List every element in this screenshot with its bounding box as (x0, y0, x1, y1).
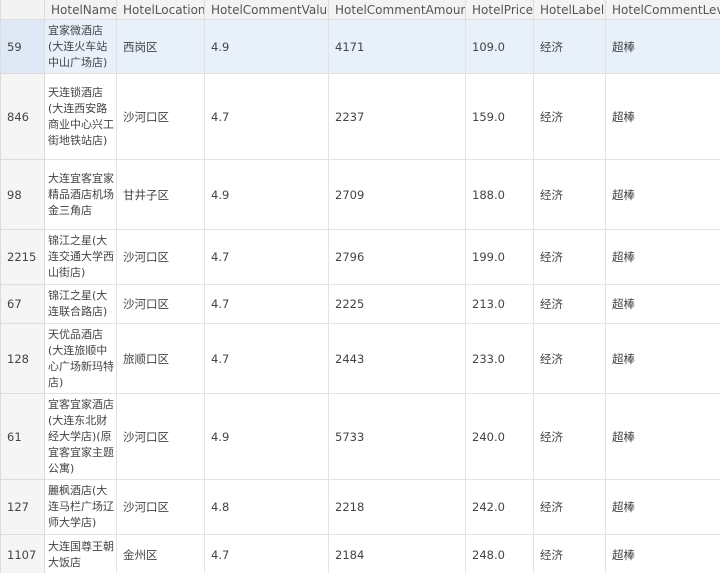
cell-hotel-name: 宜家微酒店(大连火车站中山广场店) (44, 19, 117, 74)
header-hotel-name[interactable]: HotelName (44, 0, 117, 20)
cell-price: 199.0 (465, 229, 534, 285)
row-index: 846 (0, 73, 45, 160)
cell-label: 经济 (533, 19, 606, 74)
header-index[interactable] (0, 0, 45, 20)
cell-comment-level: 超棒 (605, 159, 720, 230)
cell-label: 经济 (533, 393, 606, 480)
cell-comment-level: 超棒 (605, 393, 720, 480)
cell-price: 213.0 (465, 284, 534, 324)
row-index: 67 (0, 284, 45, 324)
cell-comment-amount: 4171 (328, 19, 466, 74)
cell-comment-level: 超棒 (605, 479, 720, 535)
cell-hotel-name: 天优品酒店(大连旅顺中心广场新玛特店) (44, 323, 117, 394)
cell-price: 240.0 (465, 393, 534, 480)
cell-location: 沙河口区 (116, 393, 205, 480)
header-comment-amount[interactable]: HotelCommentAmount (328, 0, 466, 20)
header-comment-value[interactable]: HotelCommentValue (204, 0, 329, 20)
cell-label: 经济 (533, 73, 606, 160)
cell-comment-value: 4.9 (204, 159, 329, 230)
cell-comment-level: 超棒 (605, 73, 720, 160)
cell-comment-value: 4.7 (204, 73, 329, 160)
row-index: 128 (0, 323, 45, 394)
cell-comment-amount: 2796 (328, 229, 466, 285)
cell-comment-value: 4.7 (204, 229, 329, 285)
cell-label: 经济 (533, 323, 606, 394)
cell-comment-level: 超棒 (605, 19, 720, 74)
cell-label: 经济 (533, 159, 606, 230)
row-index: 59 (0, 19, 45, 74)
row-index: 61 (0, 393, 45, 480)
cell-location: 沙河口区 (116, 284, 205, 324)
cell-location: 沙河口区 (116, 73, 205, 160)
cell-comment-value: 4.7 (204, 323, 329, 394)
header-hotel-label[interactable]: HotelLabel (533, 0, 606, 20)
cell-comment-amount: 2237 (328, 73, 466, 160)
cell-price: 109.0 (465, 19, 534, 74)
cell-comment-level: 超棒 (605, 229, 720, 285)
table-row[interactable]: 1107 大连国尊王朝大饭店 金州区 4.7 2184 248.0 经济 超棒 (0, 534, 720, 573)
cell-location: 沙河口区 (116, 479, 205, 535)
table-row[interactable]: 846 天连锁酒店(大连西安路商业中心兴工街地铁站店) 沙河口区 4.7 223… (0, 73, 720, 160)
table-row[interactable]: 128 天优品酒店(大连旅顺中心广场新玛特店) 旅顺口区 4.7 2443 23… (0, 323, 720, 394)
header-hotel-location[interactable]: HotelLocation (116, 0, 205, 20)
row-index: 1107 (0, 534, 45, 573)
table-row[interactable]: 61 宜客宜家酒店(大连东北财经大学店)(原宜客宜家主题公寓) 沙河口区 4.9… (0, 393, 720, 480)
cell-location: 西岗区 (116, 19, 205, 74)
table-row[interactable]: 67 锦江之星(大连联合路店) 沙河口区 4.7 2225 213.0 经济 超… (0, 284, 720, 324)
cell-location: 旅顺口区 (116, 323, 205, 394)
cell-price: 233.0 (465, 323, 534, 394)
cell-comment-amount: 2443 (328, 323, 466, 394)
cell-comment-amount: 2709 (328, 159, 466, 230)
cell-comment-level: 超棒 (605, 323, 720, 394)
header-row: HotelName HotelLocation HotelCommentValu… (0, 0, 720, 20)
cell-label: 经济 (533, 229, 606, 285)
cell-comment-amount: 2184 (328, 534, 466, 573)
cell-comment-amount: 5733 (328, 393, 466, 480)
cell-hotel-name: 天连锁酒店(大连西安路商业中心兴工街地铁站店) (44, 73, 117, 160)
cell-location: 沙河口区 (116, 229, 205, 285)
cell-hotel-name: 大连国尊王朝大饭店 (44, 534, 117, 573)
table-row[interactable]: 2215 锦江之星(大连交通大学西山街店) 沙河口区 4.7 2796 199.… (0, 229, 720, 285)
table-row[interactable]: 59 宜家微酒店(大连火车站中山广场店) 西岗区 4.9 4171 109.0 … (0, 19, 720, 74)
cell-price: 248.0 (465, 534, 534, 573)
cell-comment-value: 4.7 (204, 534, 329, 573)
cell-label: 经济 (533, 479, 606, 535)
cell-comment-amount: 2225 (328, 284, 466, 324)
cell-label: 经济 (533, 284, 606, 324)
cell-comment-value: 4.9 (204, 19, 329, 74)
cell-hotel-name: 宜客宜家酒店(大连东北财经大学店)(原宜客宜家主题公寓) (44, 393, 117, 480)
header-hotel-price[interactable]: HotelPrice (465, 0, 534, 20)
cell-price: 159.0 (465, 73, 534, 160)
cell-comment-value: 4.8 (204, 479, 329, 535)
row-index: 127 (0, 479, 45, 535)
cell-price: 242.0 (465, 479, 534, 535)
row-index: 2215 (0, 229, 45, 285)
row-index: 98 (0, 159, 45, 230)
cell-comment-value: 4.7 (204, 284, 329, 324)
cell-comment-level: 超棒 (605, 534, 720, 573)
cell-hotel-name: 麗枫酒店(大连马栏广场辽师大学店) (44, 479, 117, 535)
cell-comment-level: 超棒 (605, 284, 720, 324)
table-row[interactable]: 127 麗枫酒店(大连马栏广场辽师大学店) 沙河口区 4.8 2218 242.… (0, 479, 720, 535)
table-row[interactable]: 98 大连宜客宜家精品酒店机场金三角店 甘井子区 4.9 2709 188.0 … (0, 159, 720, 230)
cell-hotel-name: 锦江之星(大连交通大学西山街店) (44, 229, 117, 285)
cell-location: 甘井子区 (116, 159, 205, 230)
data-grid: HotelName HotelLocation HotelCommentValu… (0, 0, 720, 573)
cell-comment-value: 4.9 (204, 393, 329, 480)
cell-price: 188.0 (465, 159, 534, 230)
cell-hotel-name: 锦江之星(大连联合路店) (44, 284, 117, 324)
hotel-table: HotelName HotelLocation HotelCommentValu… (0, 0, 720, 573)
header-comment-level[interactable]: HotelCommentLeve (605, 0, 720, 20)
cell-location: 金州区 (116, 534, 205, 573)
cell-comment-amount: 2218 (328, 479, 466, 535)
cell-hotel-name: 大连宜客宜家精品酒店机场金三角店 (44, 159, 117, 230)
cell-label: 经济 (533, 534, 606, 573)
